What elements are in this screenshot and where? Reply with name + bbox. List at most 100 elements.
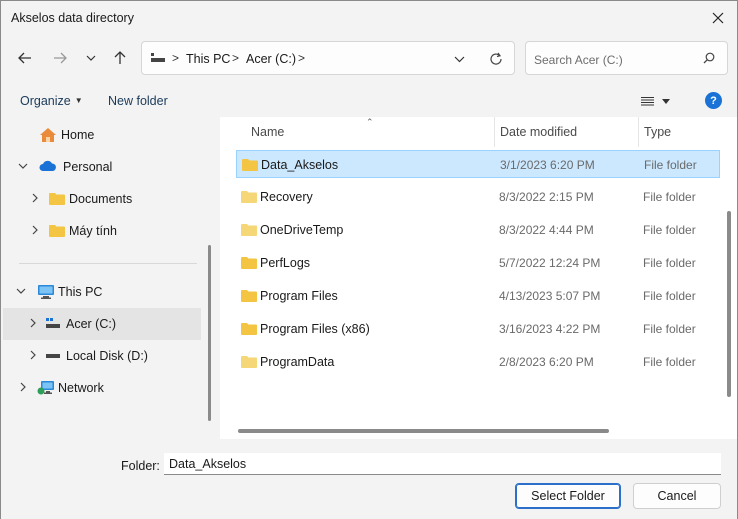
file-name: OneDriveTemp: [260, 223, 344, 237]
sidebar-item-this-pc[interactable]: This PC: [3, 276, 201, 308]
chevron-down-icon: [86, 55, 96, 61]
sidebar-item-may-tinh[interactable]: Máy tính: [3, 215, 201, 247]
file-row-program-files[interactable]: Program Files 4/13/2023 5:07 PM File fol…: [236, 282, 720, 310]
recent-locations-button[interactable]: [79, 45, 103, 71]
address-history-button[interactable]: [449, 50, 469, 68]
column-divider[interactable]: [494, 117, 495, 147]
sidebar-item-label: Acer (C:): [66, 317, 116, 331]
forward-button[interactable]: [48, 45, 72, 71]
command-bar: Organize ▼ New folder ?: [1, 85, 737, 117]
file-date: 2/8/2023 6:20 PM: [499, 355, 594, 369]
chevron-right-icon: [30, 318, 36, 328]
navigation-bar: > This PC > Acer (C:) > Search Acer (C:): [1, 39, 737, 79]
sidebar-item-documents[interactable]: Documents: [3, 183, 201, 215]
sidebar-item-label: Local Disk (D:): [66, 349, 148, 363]
arrow-up-icon: [114, 51, 126, 64]
folder-icon: [241, 323, 257, 335]
sidebar-item-label: This PC: [58, 285, 103, 299]
column-header-label: Type: [644, 125, 672, 139]
drive-icon: [46, 354, 60, 358]
column-divider[interactable]: [638, 117, 639, 147]
sidebar-item-label: Home: [61, 128, 95, 142]
breadcrumb-separator: >: [298, 51, 306, 65]
chevron-down-icon: [18, 163, 28, 169]
arrow-left-icon: [18, 52, 31, 64]
search-box[interactable]: Search Acer (C:): [525, 41, 728, 75]
drive-icon: [46, 318, 60, 328]
sidebar-item-acer-c[interactable]: Acer (C:): [3, 308, 201, 340]
file-row-onedrivetemp[interactable]: OneDriveTemp 8/3/2022 4:44 PM File folde…: [236, 216, 720, 244]
file-date: 8/3/2022 4:44 PM: [499, 223, 594, 237]
close-button[interactable]: [703, 5, 733, 31]
file-date: 4/13/2023 5:07 PM: [499, 289, 601, 303]
organize-label: Organize: [20, 94, 71, 108]
computer-icon: [151, 53, 165, 62]
caret-down-icon: ▼: [74, 96, 83, 105]
folder-icon: [49, 193, 65, 205]
column-header-type[interactable]: Type: [644, 117, 671, 147]
chevron-down-icon: [16, 288, 26, 294]
sidebar-item-label: Personal: [63, 160, 113, 174]
file-type: File folder: [643, 289, 696, 303]
sidebar-item-personal[interactable]: Personal: [3, 151, 201, 183]
navigation-pane: Home Personal Documents Máy tính This PC: [3, 117, 216, 439]
file-type: File folder: [643, 322, 696, 336]
back-button[interactable]: [13, 45, 37, 71]
folder-field-label: Folder:: [121, 459, 160, 473]
chevron-right-icon: [20, 382, 26, 392]
sidebar-item-network[interactable]: Network: [3, 372, 201, 404]
file-date: 5/7/2022 12:24 PM: [499, 256, 601, 270]
file-row-program-files-x86[interactable]: Program Files (x86) 3/16/2023 4:22 PM Fi…: [236, 315, 720, 343]
file-row-recovery[interactable]: Recovery 8/3/2022 2:15 PM File folder: [236, 183, 720, 211]
vertical-scrollbar[interactable]: [727, 211, 731, 397]
sidebar-scrollbar[interactable]: [208, 245, 211, 421]
breadcrumb-this-pc[interactable]: This PC: [186, 52, 230, 66]
folder-picker-dialog: Akselos data directory > This PC > Acer …: [0, 0, 738, 519]
window-title: Akselos data directory: [11, 11, 134, 25]
address-bar[interactable]: > This PC > Acer (C:) >: [141, 41, 515, 75]
close-icon: [712, 12, 724, 24]
computer-icon: [38, 285, 54, 299]
cloud-icon: [39, 160, 56, 171]
help-button[interactable]: ?: [705, 92, 722, 109]
breadcrumb-acer-c[interactable]: Acer (C:): [246, 52, 296, 66]
new-folder-button[interactable]: New folder: [108, 94, 168, 108]
folder-icon: [241, 356, 257, 368]
select-folder-button[interactable]: Select Folder: [515, 483, 621, 509]
chevron-down-icon: [454, 56, 464, 62]
arrow-right-icon: [54, 52, 67, 64]
list-view-icon: [641, 96, 654, 106]
refresh-button[interactable]: [485, 49, 507, 69]
file-date: 3/1/2023 6:20 PM: [500, 158, 595, 172]
file-row-perflogs[interactable]: PerfLogs 5/7/2022 12:24 PM File folder: [236, 249, 720, 277]
sidebar-item-local-disk-d[interactable]: Local Disk (D:): [3, 340, 201, 372]
breadcrumb-separator: >: [172, 51, 180, 65]
horizontal-scrollbar[interactable]: [238, 429, 609, 433]
file-date: 8/3/2022 2:15 PM: [499, 190, 594, 204]
cancel-button[interactable]: Cancel: [633, 483, 721, 509]
file-date: 3/16/2023 4:22 PM: [499, 322, 601, 336]
column-header-name[interactable]: Name: [251, 117, 284, 147]
chevron-right-icon: [32, 225, 38, 235]
file-row-programdata[interactable]: ProgramData 2/8/2023 6:20 PM File folder: [236, 348, 720, 376]
file-name: Data_Akselos: [261, 158, 339, 172]
column-header-date[interactable]: Date modified: [500, 117, 577, 147]
file-type: File folder: [644, 158, 697, 172]
caret-down-icon: [662, 98, 670, 104]
organize-button[interactable]: Organize ▼: [20, 94, 83, 108]
view-options-button[interactable]: [641, 91, 681, 111]
up-button[interactable]: [108, 45, 132, 71]
file-name: Recovery: [260, 190, 313, 204]
file-name: Program Files (x86): [260, 322, 370, 336]
folder-field[interactable]: [164, 453, 721, 475]
dialog-footer: Folder: Select Folder Cancel: [1, 441, 737, 519]
folder-icon: [241, 257, 257, 269]
home-icon: [40, 128, 56, 142]
search-input[interactable]: Search Acer (C:): [534, 53, 623, 67]
column-header-label: Date modified: [500, 125, 578, 139]
sidebar-item-home[interactable]: Home: [3, 119, 201, 151]
chevron-right-icon: [30, 350, 36, 360]
title-bar: Akselos data directory: [1, 1, 737, 35]
chevron-right-icon: [32, 193, 38, 203]
file-row-data-akselos[interactable]: Data_Akselos 3/1/2023 6:20 PM File folde…: [236, 150, 720, 178]
